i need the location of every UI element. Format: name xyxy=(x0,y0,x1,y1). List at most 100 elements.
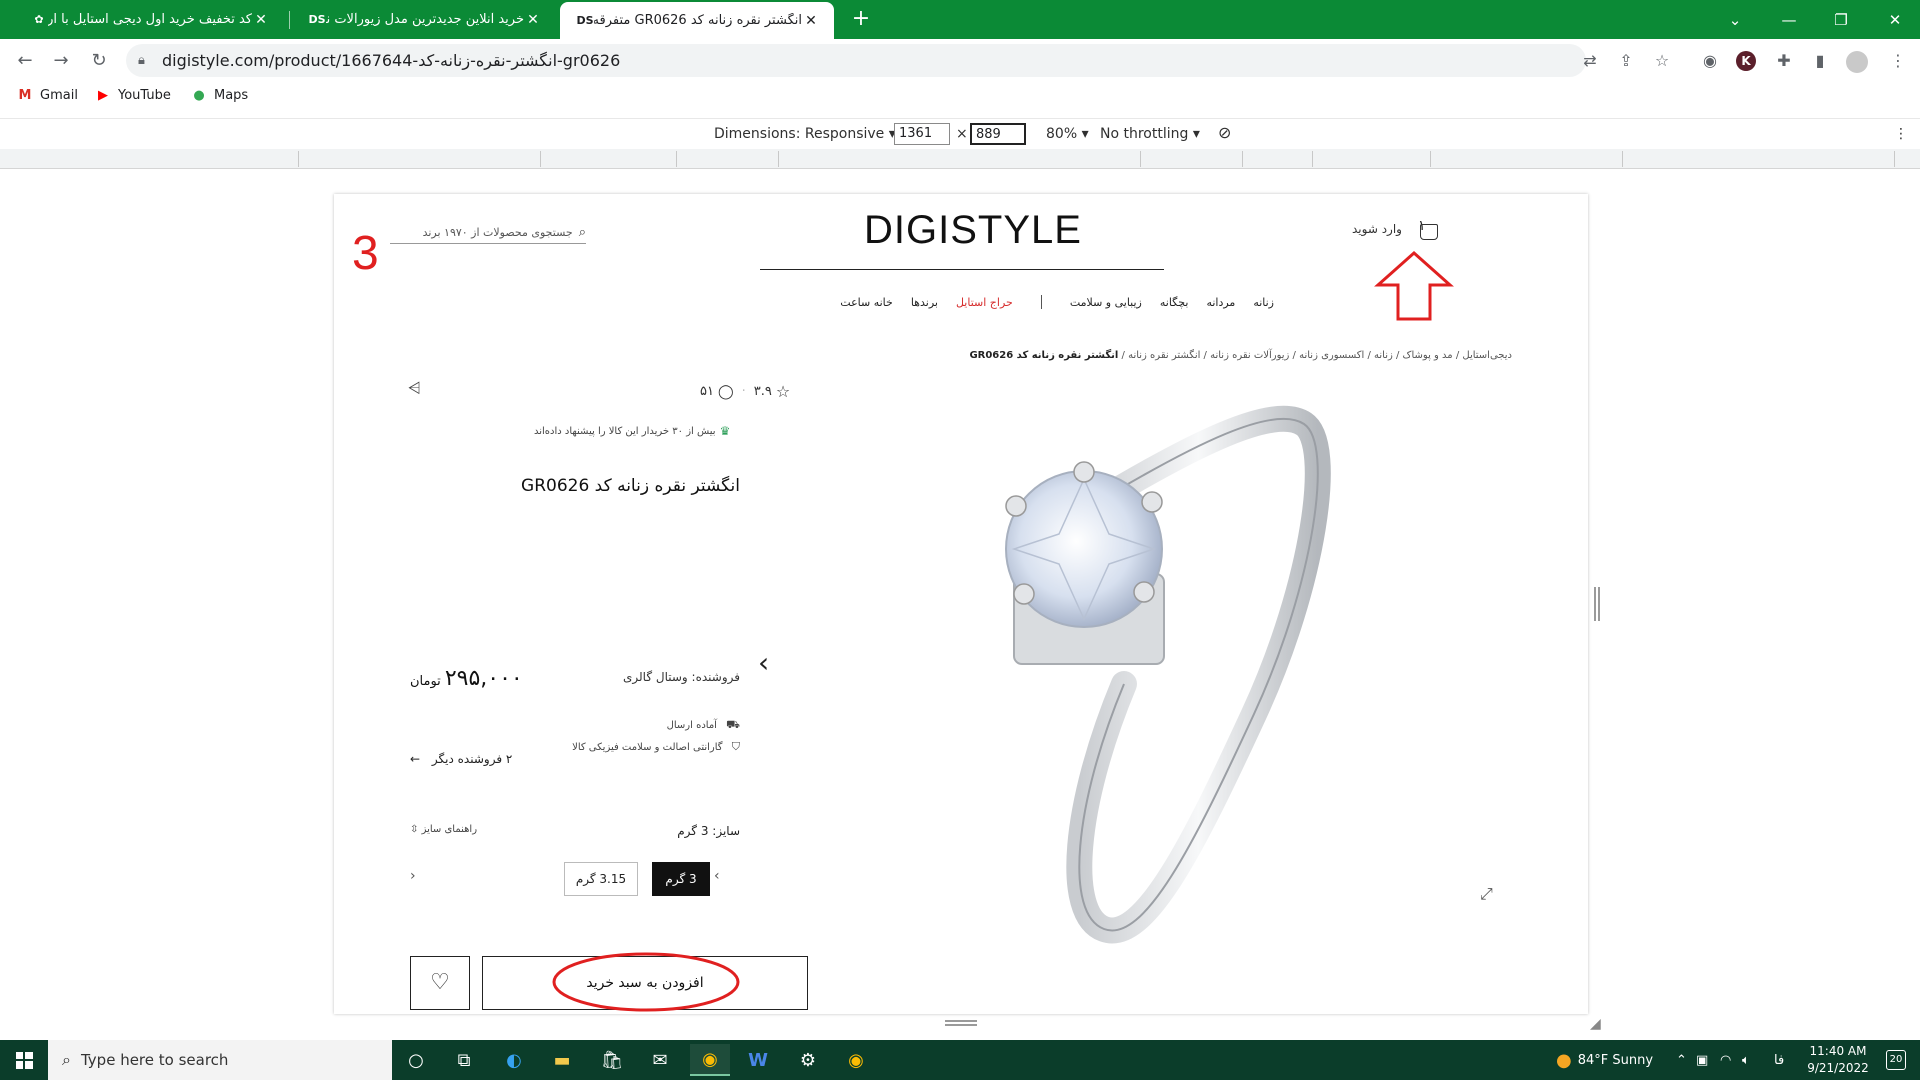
extension-icon[interactable]: ◉ xyxy=(1698,49,1722,73)
bookmark-youtube[interactable]: ▶ YouTube xyxy=(94,88,171,103)
tab-search-chevron-icon[interactable]: ⌄ xyxy=(1712,0,1758,39)
profile-avatar[interactable] xyxy=(1846,51,1868,73)
dimensions-label: Dimensions: Responsive xyxy=(714,126,885,142)
restore-button[interactable]: ❐ xyxy=(1818,0,1864,39)
close-icon[interactable]: ✕ xyxy=(252,12,270,28)
bookmark-star-icon[interactable]: ☆ xyxy=(1650,49,1674,73)
address-bar[interactable]: 🔒︎ digistyle.com/product/1667644-انگشتر-… xyxy=(126,44,1586,77)
settings-gear-icon[interactable]: ⚙ xyxy=(788,1044,828,1076)
cortana-icon[interactable]: ○ xyxy=(396,1044,436,1076)
bookmark-label: Gmail xyxy=(40,88,78,103)
breadcrumb-path[interactable]: دیجی‌استایل / مد و پوشاک / زنانه / اکسسو… xyxy=(1122,350,1512,361)
tab-silver-jewelry[interactable]: DS خرید آنلاین جدیدترین مدل زیورآلات نقر… xyxy=(292,0,556,39)
device-options-icon[interactable]: ⋮ xyxy=(1894,126,1908,142)
lock-icon: 🔒︎ xyxy=(138,53,145,68)
width-input[interactable]: 1361 xyxy=(894,123,950,145)
start-button[interactable] xyxy=(0,1040,48,1080)
times-symbol: × xyxy=(956,126,968,142)
size-option-3g[interactable]: 3 گرم xyxy=(652,862,710,896)
nav-beauty-health[interactable]: زیبایی و سلامت xyxy=(1070,296,1142,309)
translate-icon[interactable]: ⇄ xyxy=(1578,49,1602,73)
tray-chevron-icon[interactable]: ⌃ xyxy=(1676,1040,1687,1080)
nav-style-sale[interactable]: حراج استایل xyxy=(956,296,1013,309)
nav-men[interactable]: مردانه xyxy=(1206,296,1235,309)
clock-time: 11:40 AM xyxy=(1809,1044,1867,1058)
tab-ring-product[interactable]: DS انگشتر نقره زنانه کد GR0626 متفرقه | … xyxy=(560,2,834,39)
search-input[interactable]: ⌕ جستجوی محصولات از ۱۹۷۰ برند xyxy=(390,222,586,244)
nav-kids[interactable]: بچگانه xyxy=(1160,296,1189,309)
word-icon[interactable]: W xyxy=(738,1044,778,1076)
forward-arrow-icon[interactable]: → xyxy=(48,48,74,74)
carousel-prev-chevron-icon[interactable]: ‹ xyxy=(758,646,769,679)
minimize-button[interactable]: — xyxy=(1766,0,1812,39)
wifi-icon[interactable]: ◠ xyxy=(1720,1040,1731,1080)
digistyle-logo[interactable]: DIGISTYLE xyxy=(864,208,1082,253)
product-price: ۲۹۵,۰۰۰ تومان xyxy=(410,666,523,691)
expand-fullscreen-icon[interactable]: ⤢ xyxy=(1480,884,1504,908)
wishlist-heart-icon[interactable]: ♡ xyxy=(410,956,470,1010)
feature-label: گارانتی اصالت و سلامت فیزیکی کالا xyxy=(572,742,723,753)
login-link[interactable]: وارد شوید xyxy=(1352,222,1402,236)
zoom-label: 80% xyxy=(1046,126,1078,142)
height-input[interactable]: 889 xyxy=(970,123,1026,145)
side-panel-icon[interactable]: ▮ xyxy=(1808,49,1832,73)
size-prev-chevron-icon[interactable]: › xyxy=(410,868,416,884)
file-explorer-icon[interactable]: ▬ xyxy=(542,1044,582,1076)
new-tab-button[interactable]: + xyxy=(848,7,874,33)
notification-badge[interactable]: 20 xyxy=(1886,1050,1906,1070)
close-icon[interactable]: ✕ xyxy=(524,12,542,28)
chrome-icon[interactable]: ◉ xyxy=(836,1044,876,1076)
close-window-button[interactable]: ✕ xyxy=(1872,0,1918,39)
throttling-dropdown[interactable]: No throttling ▾ xyxy=(1100,126,1200,142)
store-icon[interactable]: 🛍︎ xyxy=(592,1044,632,1076)
task-view-icon[interactable]: ⧉ xyxy=(444,1044,484,1076)
seller-name[interactable]: فروشنده: وستال گالری xyxy=(604,670,740,684)
back-arrow-icon[interactable]: ← xyxy=(12,48,38,74)
taskbar-search-box[interactable]: ⌕ Type here to search xyxy=(48,1040,392,1080)
puzzle-extensions-icon[interactable]: ✚ xyxy=(1772,49,1796,73)
share-icon[interactable]: ⩤ xyxy=(408,378,421,398)
cart-icon[interactable] xyxy=(1420,224,1438,240)
size-guide-link[interactable]: راهنمای سایز ⇳ xyxy=(410,824,477,835)
media-query-ruler xyxy=(0,149,1920,169)
gmail-icon: M xyxy=(18,88,32,103)
bookmark-maps[interactable]: ● Maps xyxy=(190,88,248,103)
bookmark-gmail[interactable]: M Gmail xyxy=(16,88,78,103)
recommend-text: بیش از ۳۰ خریدار این کالا را پیشنهاد داد… xyxy=(534,425,716,437)
product-image-ring[interactable] xyxy=(894,384,1374,944)
nav-women[interactable]: زنانه xyxy=(1253,296,1274,309)
language-indicator[interactable]: فا xyxy=(1774,1040,1784,1080)
extension-k-icon[interactable]: K xyxy=(1736,51,1756,71)
chrome-icon[interactable]: ◉ xyxy=(690,1044,730,1076)
zoom-dropdown[interactable]: 80% ▾ xyxy=(1046,126,1089,142)
ruler-tick xyxy=(1140,151,1141,167)
edge-icon[interactable]: ◐ xyxy=(494,1044,534,1076)
size-option-3-15g[interactable]: 3.15 گرم xyxy=(564,862,638,896)
close-icon[interactable]: ✕ xyxy=(802,13,820,29)
dimensions-dropdown[interactable]: Dimensions: Responsive ▾ xyxy=(714,126,896,142)
viewport-resize-handle-bottom[interactable] xyxy=(945,1020,977,1026)
nav-watch-house[interactable]: خانه ساعت xyxy=(840,296,893,309)
taskbar-clock[interactable]: 11:40 AM 9/21/2022 xyxy=(1800,1043,1876,1077)
rotate-icon[interactable]: ⊘ xyxy=(1218,123,1231,142)
comment-count[interactable]: ۵۱ xyxy=(700,384,714,399)
search-placeholder: جستجوی محصولات از ۱۹۷۰ برند xyxy=(422,226,573,239)
clock-date: 9/21/2022 xyxy=(1807,1061,1869,1075)
tab-digistyle-discount[interactable]: ✿ کد تخفیف خرید اول دیجی استایل با ار...… xyxy=(14,0,284,39)
viewport-resize-handle-right[interactable] xyxy=(1594,587,1600,621)
size-next-chevron-icon[interactable]: ‹ xyxy=(714,868,720,884)
volume-icon[interactable]: 🔈︎ xyxy=(1742,1040,1750,1080)
network-icon[interactable]: ▣ xyxy=(1696,1040,1708,1080)
ruler-tick xyxy=(298,151,299,167)
weather-widget[interactable]: ● 84°F Sunny xyxy=(1556,1040,1653,1080)
nav-brands[interactable]: برندها xyxy=(911,296,938,309)
reload-icon[interactable]: ↻ xyxy=(86,48,112,74)
share-icon[interactable]: ⇪ xyxy=(1614,49,1638,73)
menu-kebab-icon[interactable]: ⋮ xyxy=(1886,49,1910,73)
ruler-tick xyxy=(676,151,677,167)
comment-bubble-icon[interactable]: ◯ xyxy=(718,384,734,400)
breadcrumb[interactable]: دیجی‌استایل / مد و پوشاک / زنانه / اکسسو… xyxy=(844,350,1512,361)
other-sellers-link[interactable]: ۲ فروشنده دیگر ← xyxy=(410,752,512,766)
mail-icon[interactable]: ✉ xyxy=(640,1044,680,1076)
viewport-resize-corner-icon[interactable]: ◢ xyxy=(1590,1016,1601,1032)
